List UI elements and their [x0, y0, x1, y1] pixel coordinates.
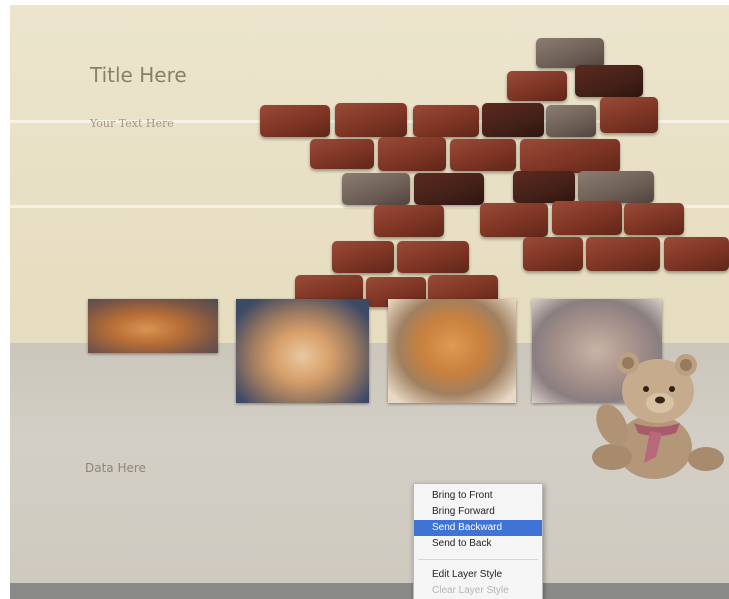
menu-item-bring-to-front[interactable]: Bring to Front [414, 488, 542, 504]
brick [575, 65, 643, 97]
menu-item-clear-layer-style: Clear Layer Style [432, 585, 509, 596]
brick [450, 139, 516, 171]
brick [260, 105, 330, 137]
brick [513, 171, 575, 203]
menu-item-send-backward[interactable]: Send Backward [414, 520, 542, 536]
brick [397, 241, 469, 273]
brick [374, 205, 444, 237]
menu-item-bring-forward[interactable]: Bring Forward [414, 504, 542, 520]
kitten-photo[interactable] [236, 299, 369, 403]
brick [332, 241, 394, 273]
brick [310, 139, 374, 169]
brick [536, 38, 604, 68]
brick [552, 201, 622, 235]
brick [546, 105, 596, 137]
menu-item-send-to-back[interactable]: Send to Back [414, 536, 542, 552]
brick [335, 103, 407, 137]
brick [342, 173, 410, 205]
brick [520, 139, 620, 173]
data-label[interactable]: Data Here [85, 461, 146, 475]
bottom-bar [10, 583, 729, 599]
brick [664, 237, 729, 271]
brick [414, 173, 484, 205]
brick [600, 97, 658, 133]
menu-separator [418, 559, 538, 560]
brick [523, 237, 583, 271]
brick [507, 71, 567, 101]
slide-canvas: Title Here Your Text Here Data Here Brin… [10, 5, 729, 599]
brick [578, 171, 654, 203]
brick [624, 203, 684, 235]
slide-subtitle[interactable]: Your Text Here [90, 117, 174, 130]
kitten-photo[interactable] [88, 299, 218, 353]
brick [480, 203, 548, 237]
brick [378, 137, 446, 171]
brick [586, 237, 660, 271]
teddy-bear-image[interactable] [582, 345, 729, 485]
brick [413, 105, 479, 137]
brick [482, 103, 544, 137]
kitten-photo[interactable] [388, 299, 516, 403]
slide-title[interactable]: Title Here [90, 63, 187, 87]
menu-item-edit-layer-style[interactable]: Edit Layer Style [414, 567, 542, 583]
context-menu: Bring to Front Bring Forward Send Backwa… [413, 483, 543, 599]
